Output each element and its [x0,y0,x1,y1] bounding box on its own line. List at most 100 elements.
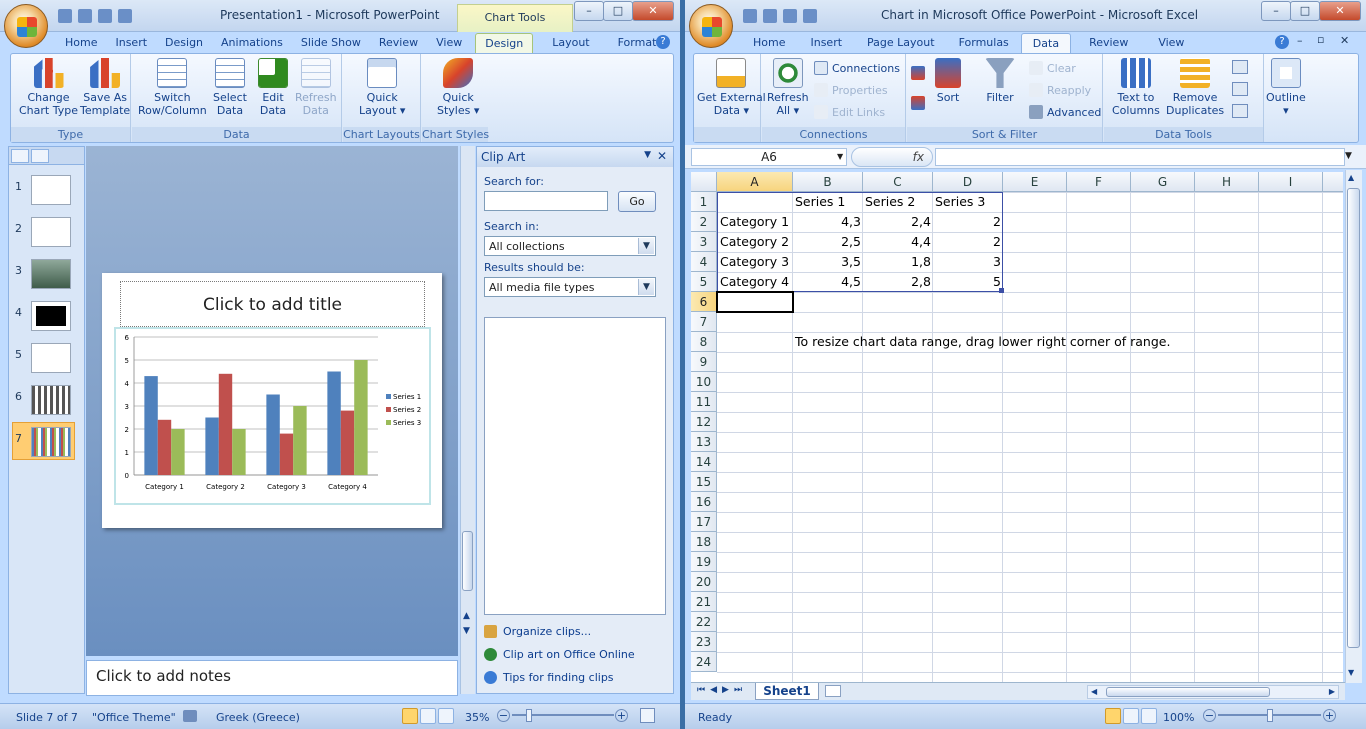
row-header-14[interactable]: 14 [691,452,717,472]
row-header-10[interactable]: 10 [691,372,717,392]
spelling-icon[interactable] [183,710,197,722]
maximize-button[interactable]: □ [1290,1,1320,21]
tab-view[interactable]: View [1146,33,1196,53]
row-header-18[interactable]: 18 [691,532,717,552]
row-header-16[interactable]: 16 [691,492,717,512]
refresh-data-button[interactable]: Refresh Data [295,58,337,117]
scroll-thumb[interactable] [462,531,473,591]
advanced-filter-button[interactable]: Advanced [1029,105,1101,119]
slide-thumb-7[interactable] [31,427,71,457]
tab-view[interactable]: View [427,33,471,53]
zoom-slider-thumb[interactable] [1267,709,1273,722]
notes-pane[interactable]: Click to add notes [86,660,458,696]
row-header-24[interactable]: 24 [691,652,717,672]
slide-thumb-4[interactable] [31,301,71,331]
workbook-minimize-icon[interactable]: – [1297,34,1303,47]
office-button[interactable] [4,4,48,48]
tab-slide-show[interactable]: Slide Show [292,33,370,53]
edit-links-button[interactable]: Edit Links [814,105,885,119]
minimize-button[interactable]: – [574,1,604,21]
remove-duplicates-button[interactable]: Remove Duplicates [1166,58,1224,117]
data-validation-icon[interactable] [1232,60,1248,74]
slide-thumb-3[interactable] [31,259,71,289]
tab-design[interactable]: Design [156,33,212,53]
go-button[interactable]: Go [618,191,656,212]
slide-thumb-2[interactable] [31,217,71,247]
row-header-5[interactable]: 5 [691,272,717,292]
column-header-j[interactable] [1323,172,1343,192]
zoom-out-icon[interactable]: − [497,709,510,722]
get-external-data-button[interactable]: Get External Data ▾ [697,58,766,117]
active-cell-a6[interactable] [716,291,794,313]
chevron-down-icon[interactable]: ▼ [638,279,654,295]
tab-home[interactable]: Home [741,33,797,53]
outline-button[interactable]: Outline ▾ [1266,58,1306,117]
column-header-i[interactable]: I [1259,172,1323,192]
save-as-template-button[interactable]: Save As Template [80,58,130,117]
clip-search-input[interactable] [484,191,608,211]
column-header-c[interactable]: C [863,172,933,192]
text-to-columns-button[interactable]: Text to Columns [1112,58,1160,117]
zoom-in-icon[interactable]: + [1323,709,1336,722]
redo-icon[interactable] [783,9,797,23]
row-header-19[interactable]: 19 [691,552,717,572]
column-header-a[interactable]: A [717,172,793,192]
horizontal-scroll-thumb[interactable] [1106,687,1270,697]
reapply-button[interactable]: Reapply [1029,83,1091,97]
connections-button[interactable]: Connections [814,61,900,75]
normal-view-button[interactable] [402,708,418,724]
scroll-down-icon[interactable]: ▼ [1348,668,1354,677]
range-resize-handle[interactable] [999,288,1004,293]
normal-view-button[interactable] [1105,708,1121,724]
slide-title-placeholder[interactable]: Click to add title [120,281,425,327]
chevron-down-icon[interactable]: ▼ [837,152,843,161]
column-header-b[interactable]: B [793,172,863,192]
row-header-12[interactable]: 12 [691,412,717,432]
tab-formulas[interactable]: Formulas [947,33,1021,53]
scroll-left-icon[interactable]: ◀ [1091,687,1097,696]
tab-chart-design[interactable]: Design [475,33,534,53]
expand-formula-icon[interactable]: ▼ [1345,151,1352,161]
slide-sorter-button[interactable] [420,708,436,724]
row-header-17[interactable]: 17 [691,512,717,532]
column-header-h[interactable]: H [1195,172,1259,192]
chart-frame[interactable]: 0 1 2 3 4 5 6 Category 1 Category 2 Category 3 Cat… [114,327,431,505]
insert-function-button[interactable]: fx [851,147,933,167]
scroll-up-icon[interactable]: ▲ [1348,173,1354,182]
consolidate-icon[interactable] [1232,82,1248,96]
redo-icon[interactable] [98,9,112,23]
prev-slide-icon[interactable]: ▲ [463,611,470,621]
slide-thumb-6[interactable] [31,385,71,415]
row-header-7[interactable]: 7 [691,312,717,332]
row-header-9[interactable]: 9 [691,352,717,372]
sheet-vertical-scrollbar[interactable]: ▲ ▼ [1345,170,1362,683]
tab-review[interactable]: Review [370,33,427,53]
column-header-g[interactable]: G [1131,172,1195,192]
row-header-6[interactable]: 6 [691,292,717,312]
sheet-tab-sheet1[interactable]: Sheet1 [755,683,819,700]
cell-b8[interactable]: To resize chart data range, drag lower r… [793,332,1172,352]
page-break-view-button[interactable] [1141,708,1157,724]
scroll-thumb[interactable] [1347,188,1360,648]
clear-filter-button[interactable]: Clear [1029,61,1076,75]
fit-to-window-icon[interactable] [640,708,655,723]
close-button[interactable]: ✕ [632,1,674,21]
select-data-button[interactable]: Select Data [213,58,247,117]
organize-clips-link[interactable]: Organize clips... [484,625,591,638]
tab-animations[interactable]: Animations [212,33,292,53]
tips-link[interactable]: Tips for finding clips [484,671,614,684]
slide-vertical-scrollbar[interactable]: ▲ ▼ [460,146,475,694]
help-icon[interactable]: ? [656,35,670,49]
row-header-2[interactable]: 2 [691,212,717,232]
insert-sheet-icon[interactable] [825,685,841,697]
workbook-restore-icon[interactable]: ▫ [1317,33,1324,46]
pane-close-icon[interactable]: ✕ [657,149,667,163]
slide-show-button[interactable] [438,708,454,724]
row-header-22[interactable]: 22 [691,612,717,632]
page-layout-view-button[interactable] [1123,708,1139,724]
tab-page-layout[interactable]: Page Layout [855,33,947,53]
maximize-button[interactable]: □ [603,1,633,21]
undo-icon[interactable] [78,9,92,23]
row-header-23[interactable]: 23 [691,632,717,652]
tab-review[interactable]: Review [1071,33,1146,53]
